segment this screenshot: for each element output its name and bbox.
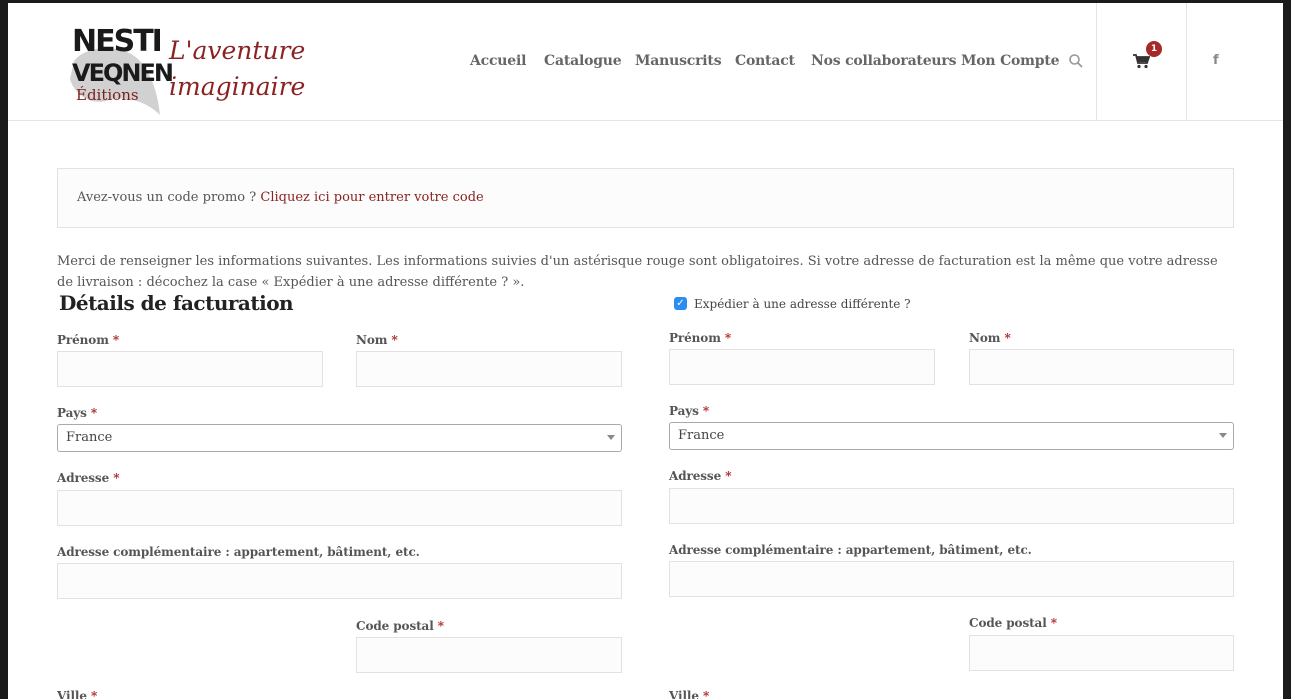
billing-postcode-input[interactable] xyxy=(356,637,622,673)
logo-line3: Éditions xyxy=(76,86,139,104)
browser-viewport: NESTI VEQNEN Éditions L'aventure imagina… xyxy=(8,3,1283,699)
ship-different-checkbox[interactable]: ✓ xyxy=(674,297,687,310)
logo-line2: VEQNEN xyxy=(72,59,172,87)
shipping-address2-label: Adresse complémentaire : appartement, bâ… xyxy=(669,543,1032,557)
logo-tagline2: imaginaire xyxy=(169,72,305,101)
shipping-postcode-label: Code postal * xyxy=(969,616,1057,630)
shipping-city-label: Ville * xyxy=(669,689,710,699)
nav-nos-collaborateurs[interactable]: Nos collaborateurs xyxy=(811,53,956,69)
nav-accueil[interactable]: Accueil xyxy=(470,53,526,69)
nav-manuscrits[interactable]: Manuscrits xyxy=(635,53,722,69)
billing-last-name-input[interactable] xyxy=(356,351,622,387)
billing-address2-input[interactable] xyxy=(57,563,622,599)
shipping-country-select[interactable]: France xyxy=(669,422,1234,450)
shipping-address-label: Adresse * xyxy=(669,469,732,483)
billing-country-value: France xyxy=(66,430,113,445)
shipping-address2-input[interactable] xyxy=(669,561,1234,597)
billing-address-label: Adresse * xyxy=(57,471,120,485)
search-icon[interactable] xyxy=(1068,53,1084,69)
shipping-country-value: France xyxy=(678,428,725,443)
coupon-question: Avez-vous un code promo ? xyxy=(77,190,257,205)
logo-tagline1: L'aventure xyxy=(168,36,305,65)
cart-count-badge: 1 xyxy=(1146,41,1162,57)
billing-address-input[interactable] xyxy=(57,490,622,526)
shipping-first-name-label: Prénom * xyxy=(669,331,732,345)
coupon-link[interactable]: Cliquez ici pour entrer votre code xyxy=(260,190,483,205)
chevron-down-icon xyxy=(1219,433,1227,438)
header-divider xyxy=(1096,3,1097,121)
cart-icon[interactable] xyxy=(1132,53,1150,69)
logo-graphic: NESTI VEQNEN Éditions L'aventure imagina… xyxy=(70,24,305,115)
billing-country-label: Pays * xyxy=(57,406,98,420)
shipping-last-name-label: Nom * xyxy=(969,331,1011,345)
billing-first-name-label: Prénom * xyxy=(57,333,120,347)
billing-postcode-label: Code postal * xyxy=(356,619,444,633)
nav-mon-compte[interactable]: Mon Compte xyxy=(961,53,1060,69)
checkout-intro-text: Merci de renseigner les informations sui… xyxy=(57,254,1218,290)
billing-first-name-input[interactable] xyxy=(57,351,323,387)
shipping-country-label: Pays * xyxy=(669,404,710,418)
nav-catalogue[interactable]: Catalogue xyxy=(544,53,622,69)
billing-last-name-label: Nom * xyxy=(356,333,398,347)
shipping-first-name-input[interactable] xyxy=(669,349,935,385)
coupon-notice: Avez-vous un code promo ? Cliquez ici po… xyxy=(57,168,1234,228)
header-divider xyxy=(1186,3,1187,121)
shipping-last-name-input[interactable] xyxy=(969,349,1234,385)
billing-country-select[interactable]: France xyxy=(57,424,622,452)
site-logo[interactable]: NESTI VEQNEN Éditions L'aventure imagina… xyxy=(66,15,326,119)
ship-different-label[interactable]: Expédier à une adresse différente ? xyxy=(694,297,911,311)
site-header: NESTI VEQNEN Éditions L'aventure imagina… xyxy=(8,3,1283,121)
billing-address2-label: Adresse complémentaire : appartement, bâ… xyxy=(57,545,420,559)
nav-contact[interactable]: Contact xyxy=(735,53,795,69)
shipping-postcode-input[interactable] xyxy=(969,635,1234,671)
billing-title: Détails de facturation xyxy=(59,291,294,315)
shipping-address-input[interactable] xyxy=(669,488,1234,524)
facebook-icon[interactable]: f xyxy=(1213,53,1219,68)
logo-line1: NESTI xyxy=(72,24,161,59)
chevron-down-icon xyxy=(607,435,615,440)
billing-city-label: Ville * xyxy=(57,689,98,699)
